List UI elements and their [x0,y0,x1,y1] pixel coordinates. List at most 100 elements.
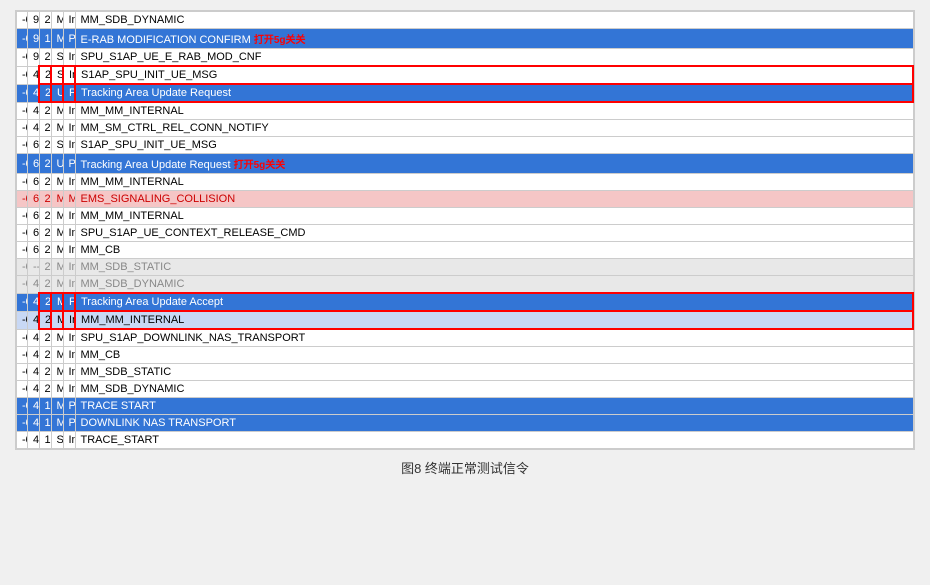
source-cell: MMCB [51,242,63,259]
source-cell: MME -> eNodeB [51,398,63,415]
module-cell: 1:3:SGP:5 [39,415,51,432]
type-cell: Internal [63,347,75,364]
num-cell: 458 [28,381,40,398]
time-cell: -09-05 11:31:-- [17,259,28,276]
num-cell: 454 [28,120,40,137]
table-row: -09-05 11:31:156692:1:SPP:2MM -> S1APInt… [17,225,914,242]
num-cell: 668 [28,137,40,154]
module-cell: 1:3:SGP:5 [39,398,51,415]
num-cell: 668 [28,174,40,191]
table-row: -09-05 11:31:224571:3:SGP:5MME -> eNodeB… [17,398,914,415]
time-cell: -09-05 11:31:22 [17,329,28,347]
module-cell: 2:1:SPP:2 [39,381,51,398]
msg-cell: S1AP_SPU_INIT_UE_MSG [75,66,913,84]
msg-cell: EMS_SIGNALING_COLLISION [75,191,913,208]
type-cell: Internal [63,49,75,67]
msg-cell: Tracking Area Update Request 打开5g关关 [75,154,913,174]
table-row: -09-05 11:31:156692:1:SPP:2MM-EMSMainten… [17,191,914,208]
table-row: -09-05 11:31:224572:1:SPP:2MMSDBInternal… [17,276,914,294]
time-cell: -09-05 11:31:15 [17,137,28,154]
num-cell: 454 [28,102,40,120]
type-cell: Protocol [63,293,75,311]
source-cell: MM -> MM [51,102,63,120]
msg-cell: MM_CB [75,347,913,364]
table-row: -09-05 11:31:224582:1:SPP:2MM -> MMInter… [17,311,914,329]
source-cell: MMSDB [51,276,63,294]
table-row: -09-05 11:31:224582:1:SPP:2MM -> S1APInt… [17,329,914,347]
time-cell: -09-05 11:31:22 [17,398,28,415]
type-cell: Internal [63,12,75,29]
type-cell: Internal [63,174,75,191]
source-cell: MM-EMS [51,191,63,208]
module-cell: 2:1:SPP:2 [39,120,51,137]
table-row: -09-05 11:31:156692:1:SPP:2MM -> MMInter… [17,208,914,225]
source-cell: S1AP -> MM [51,66,63,84]
num-cell: 457 [28,398,40,415]
source-cell: S1AP -> MM [51,137,63,154]
source-cell: MME -> eNodeB [51,29,63,49]
time-cell: -09-05 11:30:58 [17,49,28,67]
source-cell: MM -> MM [51,208,63,225]
type-cell: Protocol [63,84,75,102]
module-cell: 1:3:SGP:5 [39,432,51,449]
table-row: -09-05 11:31:224582:1:SPP:2MMSDBInternal… [17,381,914,398]
type-cell: Protocol [63,398,75,415]
time-cell: -09-05 11:31:15 [17,208,28,225]
source-cell: MMSDB [51,12,63,29]
table-row: -09-05 11:31:224582:1:SPP:2MMSDBInternal… [17,364,914,381]
type-cell: Internal [63,381,75,398]
source-cell: MME -> eNodeB [51,415,63,432]
time-cell: -09-05 11:31:15 [17,225,28,242]
table-row: -09-05 11:31:224571:3:SGP:5S1APADP -> SC… [17,432,914,449]
module-cell: 2:1:SPP:2 [39,12,51,29]
num-cell: 921 [28,49,40,67]
source-cell: MM -> S1AP [51,225,63,242]
source-cell: S1AP -> S1APADP [51,49,63,67]
type-cell: Protocol [63,415,75,432]
source-cell: MMSDB [51,259,63,276]
type-cell: Internal [63,259,75,276]
msg-cell: S1AP_SPU_INIT_UE_MSG [75,137,913,154]
module-cell: 2:1:SPP:2 [39,84,51,102]
source-cell: MM -> S1AP [51,329,63,347]
table-row: -09-05 11:31:094542:1:SPP:2MM -> MMInter… [17,102,914,120]
table-row: -09-05 11:31:094542:1:SPP:2UE -> MMEProt… [17,84,914,102]
type-cell: Internal [63,66,75,84]
msg-cell: MM_MM_INTERNAL [75,102,913,120]
num-cell: 457 [28,293,40,311]
msg-cell: MM_MM_INTERNAL [75,311,913,329]
module-cell: 2:1:SPP:2 [39,49,51,67]
num-cell: 454 [28,84,40,102]
num-cell: 921 [28,29,40,49]
type-cell: Internal [63,276,75,294]
msg-cell: MM_MM_INTERNAL [75,174,913,191]
type-cell: Internal [63,311,75,329]
module-cell: 2:1:SPP:2 [39,242,51,259]
time-cell: -09-05 11:31:15 [17,154,28,174]
source-cell: MM -> SM [51,120,63,137]
source-cell: MMSDB [51,381,63,398]
source-cell: MME -> UE [51,293,63,311]
source-cell: MM -> MM [51,311,63,329]
num-cell: 457 [28,276,40,294]
num-cell: 668 [28,154,40,174]
type-cell: Internal [63,329,75,347]
msg-cell: MM_SDB_STATIC [75,364,913,381]
time-cell: -09-05 11:31:22 [17,347,28,364]
num-cell: 922 [28,12,40,29]
module-cell: 2:1:SPP:2 [39,154,51,174]
msg-cell: TRACE_START [75,432,913,449]
figure-caption: 图8 终端正常测试信令 [401,458,529,477]
msg-cell: SPU_S1AP_UE_CONTEXT_RELEASE_CMD [75,225,913,242]
msg-cell: MM_CB [75,242,913,259]
module-cell: 2:1:SPP:2 [39,66,51,84]
module-cell: 2:1:SPP:2 [39,259,51,276]
num-cell: 458 [28,364,40,381]
type-cell: Protocol [63,154,75,174]
type-cell: Internal [63,225,75,242]
time-cell: -09-05 11:31:15 [17,242,28,259]
module-cell: 1:3:SGP:5 [39,29,51,49]
num-cell: 669 [28,191,40,208]
module-cell: 2:1:SPP:2 [39,364,51,381]
time-cell: -09-05 11:31:15 [17,174,28,191]
